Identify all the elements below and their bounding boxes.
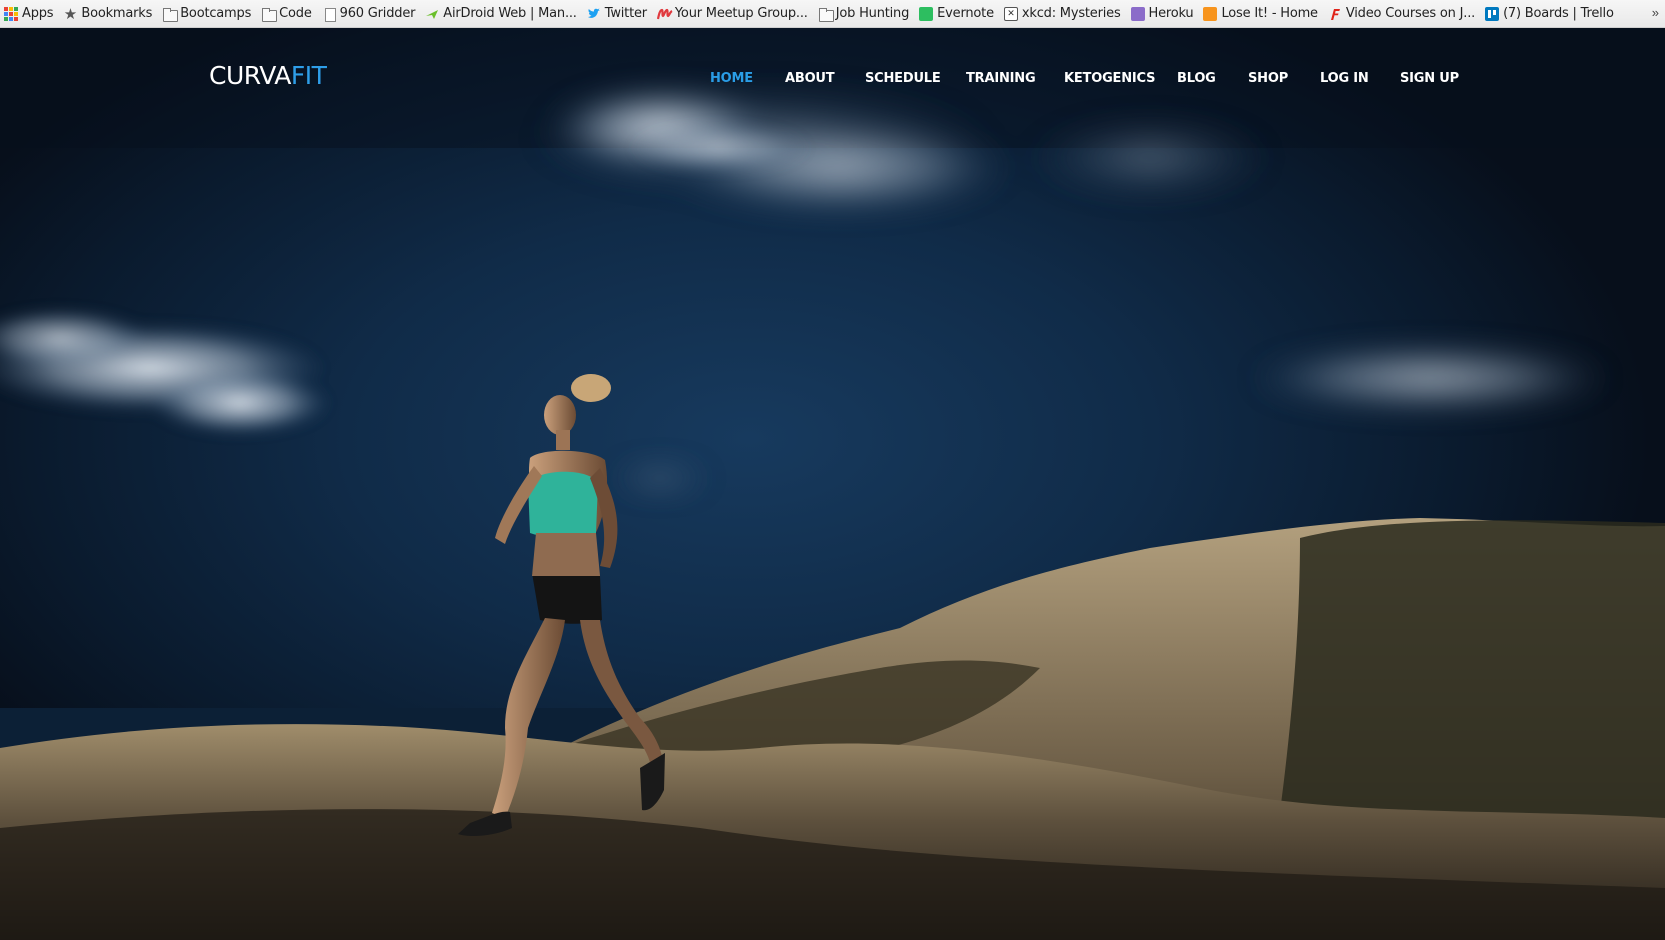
nav-link-training[interactable]: TRAINING: [966, 71, 1036, 86]
nav-link-schedule[interactable]: SCHEDULE: [865, 71, 941, 86]
star-icon: ★: [63, 4, 77, 23]
bookmark-airdroid[interactable]: AirDroid Web | Man...: [425, 6, 577, 21]
bookmark-twitter[interactable]: Twitter: [587, 6, 647, 21]
bookmark-meetup[interactable]: Your Meetup Group...: [656, 6, 808, 21]
page-icon: [322, 7, 336, 22]
video-courses-icon: [1328, 7, 1342, 21]
nav-link-about[interactable]: ABOUT: [785, 71, 835, 86]
twitter-bird-icon: [587, 7, 601, 21]
nav-link-home[interactable]: HOME: [710, 71, 753, 86]
bookmark-folder-job-hunting[interactable]: Job Hunting: [818, 6, 909, 22]
bookmark-evernote[interactable]: Evernote: [919, 6, 994, 21]
airdroid-icon: [425, 7, 439, 21]
loseit-icon: [1203, 6, 1218, 21]
nav-link-shop[interactable]: SHOP: [1248, 71, 1288, 86]
bookmark-trello[interactable]: (7) Boards | Trello: [1485, 6, 1614, 21]
folder-icon: [261, 7, 278, 22]
evernote-icon: [919, 6, 934, 21]
bookmarks-bar: Apps ★ Bookmarks Bootcamps Code 960 Grid…: [0, 0, 1665, 28]
nav-link-blog[interactable]: BLOG: [1177, 71, 1216, 86]
folder-icon: [162, 7, 179, 22]
bookmark-video-courses[interactable]: Video Courses on J...: [1328, 6, 1475, 21]
bookmark-960-gridder[interactable]: 960 Gridder: [322, 6, 415, 22]
apps-grid-icon: [4, 6, 18, 21]
nav-link-log-in[interactable]: LOG IN: [1320, 71, 1369, 86]
meetup-icon: [656, 7, 673, 21]
hero-section: CURVAFIT HOME ABOUT SCHEDULE TRAINING KE…: [0, 28, 1665, 940]
logo-text-curva: CURVA: [209, 61, 291, 90]
bookmark-xkcd[interactable]: ✕ xkcd: Mysteries: [1003, 6, 1121, 21]
hero-background-photo: [0, 28, 1665, 940]
trello-icon: [1485, 6, 1500, 21]
bookmark-bookmarks[interactable]: ★ Bookmarks: [63, 4, 153, 23]
logo-text-fit: FIT: [290, 61, 327, 90]
nav-link-sign-up[interactable]: SIGN UP: [1400, 71, 1459, 86]
xkcd-icon: ✕: [1003, 6, 1018, 21]
bookmarks-overflow-chevron-icon[interactable]: »: [1652, 5, 1659, 20]
bookmark-heroku[interactable]: Heroku: [1130, 6, 1194, 21]
bookmark-apps[interactable]: Apps: [4, 6, 54, 21]
bookmark-folder-bootcamps[interactable]: Bootcamps: [162, 6, 251, 22]
site-logo[interactable]: CURVAFIT: [209, 61, 327, 90]
heroku-icon: [1130, 6, 1145, 21]
bookmark-loseit[interactable]: Lose It! - Home: [1203, 6, 1318, 21]
folder-icon: [818, 7, 834, 22]
nav-link-ketogenics[interactable]: KETOGENICS: [1064, 71, 1155, 86]
bookmark-folder-code[interactable]: Code: [261, 6, 312, 22]
